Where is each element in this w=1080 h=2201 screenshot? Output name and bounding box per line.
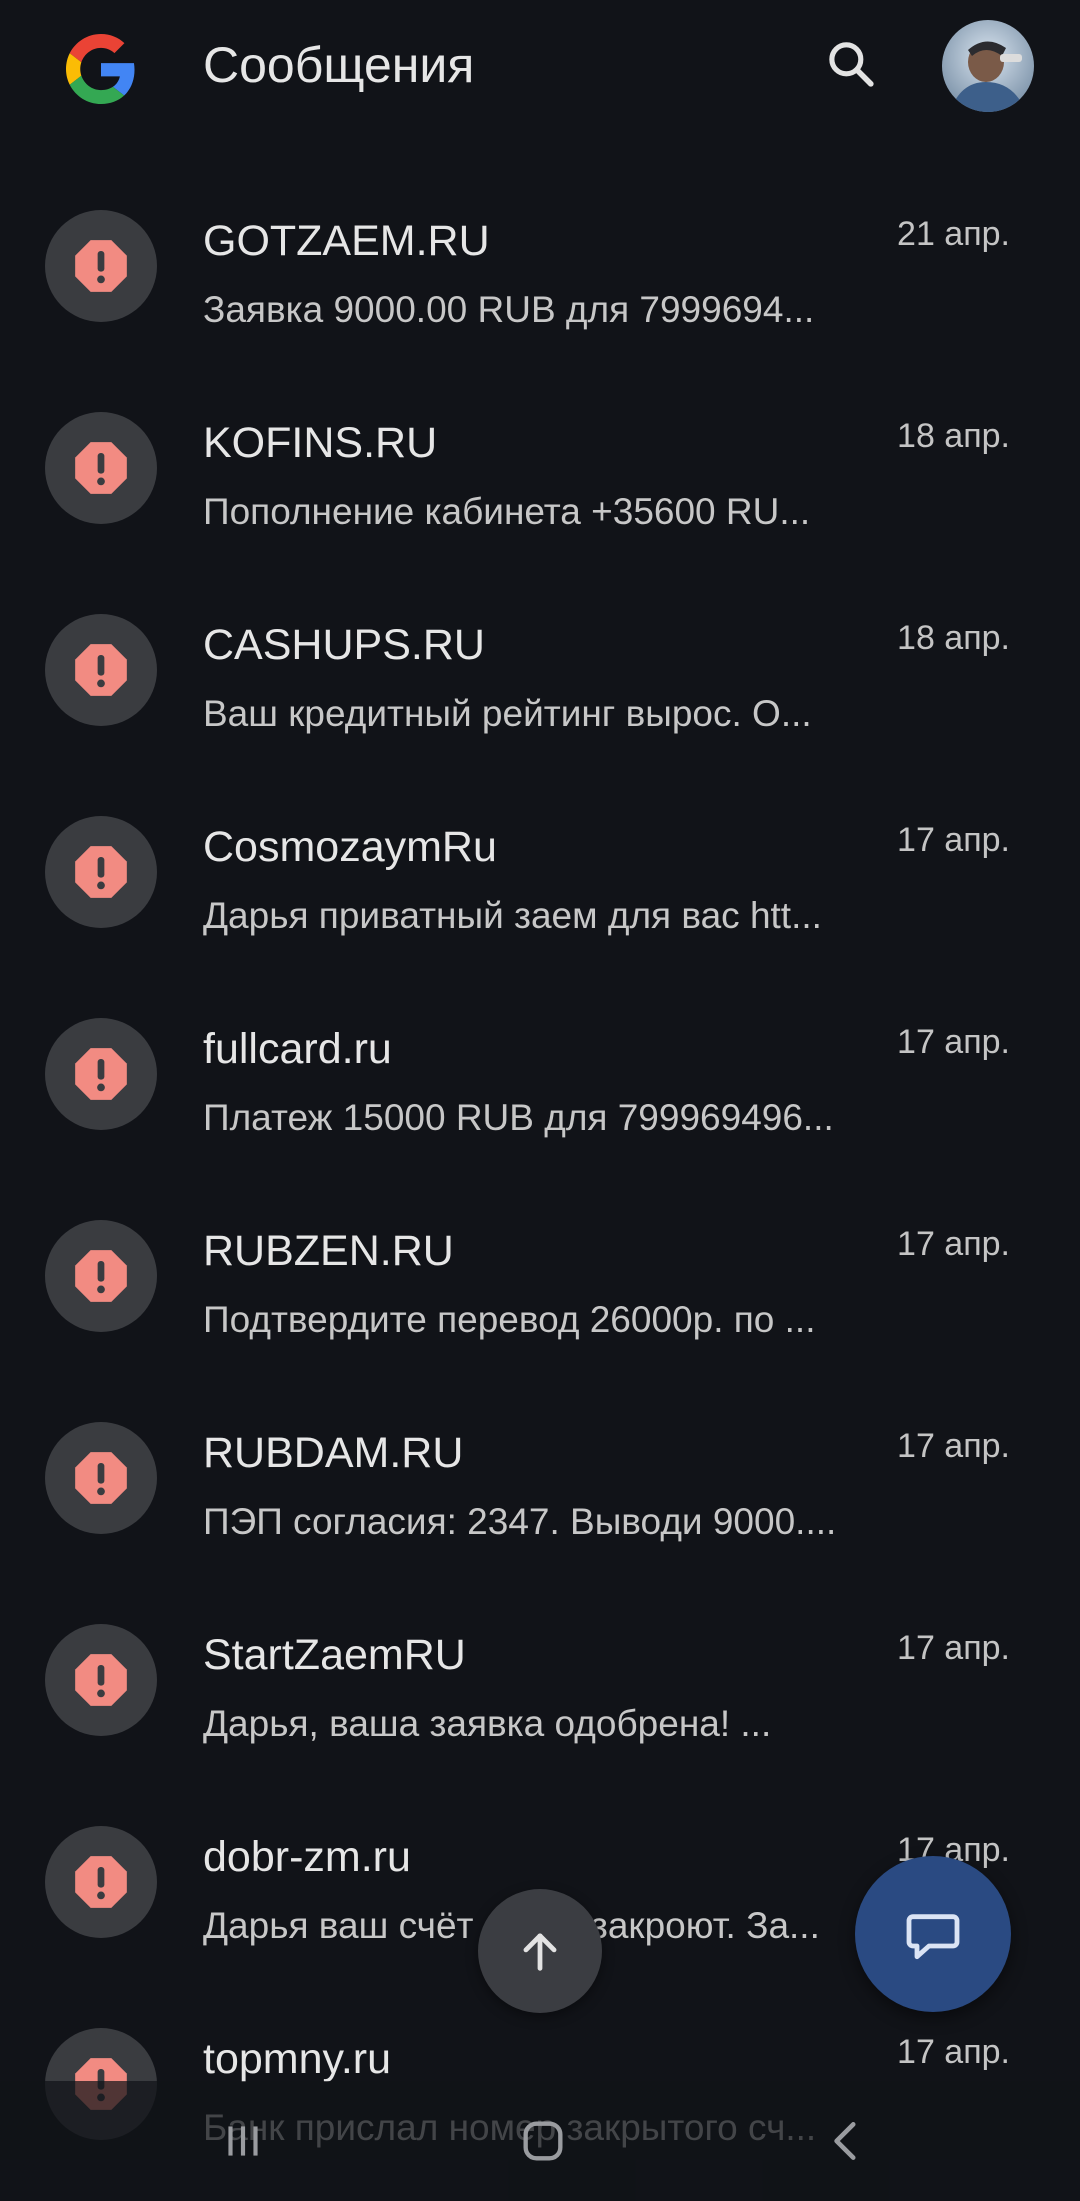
home-button[interactable] (498, 2101, 588, 2181)
conversation-preview: ПЭП согласия: 2347. Выводи 9000.... (203, 1501, 837, 1542)
account-avatar[interactable] (942, 20, 1034, 112)
conversation-preview: Подтвердите перевод 26000р. по ... (203, 1299, 816, 1340)
spam-warning-icon (45, 1220, 157, 1332)
conversation-sender: GOTZAEM.RU (203, 217, 490, 265)
search-icon (829, 42, 874, 87)
conversation-sender: fullcard.ru (203, 1025, 392, 1073)
page-title: Сообщения (203, 37, 475, 93)
conversation-date: 18 апр. (897, 417, 1010, 455)
recents-icon (228, 2126, 258, 2156)
recents-button[interactable] (198, 2101, 288, 2181)
conversation-sender: topmny.ru (203, 2035, 391, 2083)
spam-warning-icon (45, 816, 157, 928)
spam-warning-icon (45, 614, 157, 726)
arrow-up-icon (523, 1933, 557, 1971)
conversation-date: 17 апр. (897, 2033, 1010, 2071)
spam-warning-icon (45, 1422, 157, 1534)
system-navigation-bar (0, 2081, 1080, 2201)
conversation-preview: Дарья, ваша заявка одобрена! ... (203, 1703, 772, 1744)
conversation-item[interactable]: RUBDAM.RU ПЭП согласия: 2347. Выводи 9000… (0, 1374, 1080, 1576)
conversation-date: 21 апр. (897, 215, 1010, 253)
spam-warning-icon (45, 1018, 157, 1130)
conversation-preview: Пополнение кабинета +35600 RU... (203, 491, 811, 532)
conversation-sender: CASHUPS.RU (203, 621, 485, 669)
start-chat-button[interactable] (855, 1856, 1011, 2012)
conversation-sender: RUBDAM.RU (203, 1429, 464, 1477)
conversation-date: 17 апр. (897, 1225, 1010, 1263)
conversation-sender: StartZaemRU (203, 1631, 466, 1679)
chat-bubble-icon (906, 1914, 960, 1960)
google-logo-icon (66, 34, 136, 104)
search-button[interactable] (815, 28, 887, 100)
back-button[interactable] (802, 2101, 892, 2181)
conversation-date: 17 апр. (897, 821, 1010, 859)
conversation-item[interactable]: CosmozaymRu Дарья приватный заем для вас … (0, 768, 1080, 970)
conversation-date: 17 апр. (897, 1427, 1010, 1465)
conversation-date: 17 апр. (897, 1023, 1010, 1061)
conversation-sender: dobr-zm.ru (203, 1833, 411, 1881)
conversation-item[interactable]: GOTZAEM.RU Заявка 9000.00 RUB для 7999694… (0, 162, 1080, 364)
conversation-sender: KOFINS.RU (203, 419, 438, 467)
conversation-date: 18 апр. (897, 619, 1010, 657)
conversation-item[interactable]: fullcard.ru Платеж 15000 RUB для 79996949… (0, 970, 1080, 1172)
spam-warning-icon (45, 412, 157, 524)
conversation-date: 17 апр. (897, 1629, 1010, 1667)
home-icon (523, 2121, 563, 2161)
conversation-sender: CosmozaymRu (203, 823, 497, 871)
spam-warning-icon (45, 210, 157, 322)
scroll-to-top-button[interactable] (478, 1889, 602, 2013)
conversation-item[interactable]: CASHUPS.RU Ваш кредитный рейтинг вырос. О… (0, 566, 1080, 768)
spam-warning-icon (45, 1624, 157, 1736)
spam-warning-icon (45, 1826, 157, 1938)
conversation-item[interactable]: StartZaemRU Дарья, ваша заявка одобрена! … (0, 1576, 1080, 1778)
app-bar: Сообщения (0, 0, 1080, 140)
conversation-preview: Платеж 15000 RUB для 799969496... (203, 1097, 834, 1138)
conversation-sender: RUBZEN.RU (203, 1227, 454, 1275)
conversation-item[interactable]: RUBZEN.RU Подтвердите перевод 26000р. по … (0, 1172, 1080, 1374)
conversation-item[interactable]: KOFINS.RU Пополнение кабинета +35600 RU..… (0, 364, 1080, 566)
back-icon (834, 2122, 856, 2160)
conversation-preview: Ваш кредитный рейтинг вырос. О... (203, 693, 812, 734)
conversation-preview: Заявка 9000.00 RUB для 7999694... (203, 289, 815, 330)
conversation-preview: Дарья приватный заем для вас htt... (203, 895, 822, 936)
